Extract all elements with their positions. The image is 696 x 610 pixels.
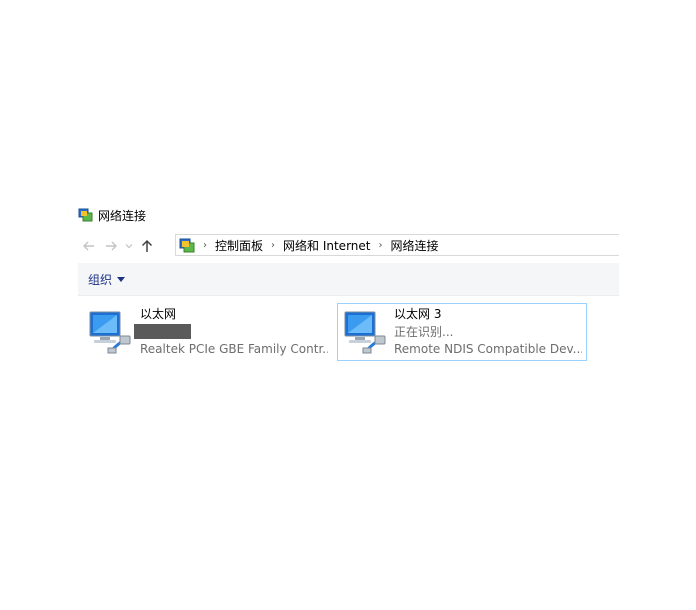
breadcrumb-separator-icon[interactable]: › <box>378 240 382 251</box>
dropdown-caret-icon <box>117 276 126 282</box>
network-connections-icon <box>78 208 93 223</box>
ethernet-adapter-icon <box>86 308 134 356</box>
connection-item-ethernet[interactable]: 以太网 Realtek PCIe GBE Family Contr... <box>78 303 328 361</box>
breadcrumb-separator-icon[interactable]: › <box>203 240 207 251</box>
connection-item-ethernet-3[interactable]: 以太网 3 正在识别... Remote NDIS Compatible Dev… <box>337 303 587 361</box>
redacted-status <box>134 324 191 339</box>
chevron-down-icon[interactable] <box>122 235 136 257</box>
connection-name: 以太网 3 <box>394 307 442 321</box>
forward-arrow-icon[interactable] <box>100 235 122 257</box>
breadcrumb-separator-icon[interactable]: › <box>271 240 275 251</box>
breadcrumb-control-panel[interactable]: 控制面板 <box>215 237 263 254</box>
address-bar[interactable]: › 控制面板 › 网络和 Internet › 网络连接 <box>175 234 619 256</box>
breadcrumb-network-internet[interactable]: 网络和 Internet <box>283 237 370 254</box>
connection-device: Remote NDIS Compatible Dev... <box>394 342 582 356</box>
window-title: 网络连接 <box>98 208 147 223</box>
breadcrumb-network-connections[interactable]: 网络连接 <box>390 237 438 254</box>
organize-menu-button[interactable]: 组织 <box>88 271 126 288</box>
organize-label: 组织 <box>88 272 113 287</box>
ethernet-adapter-icon <box>341 308 389 356</box>
control-panel-icon <box>179 237 195 253</box>
connection-device: Realtek PCIe GBE Family Contr... <box>140 342 328 356</box>
back-arrow-icon[interactable] <box>78 235 100 257</box>
command-bar: 组织 <box>78 263 619 296</box>
connection-name: 以太网 <box>140 307 177 321</box>
title-bar: 网络连接 <box>78 206 146 224</box>
up-arrow-icon[interactable] <box>136 235 158 257</box>
navigation-row: › 控制面板 › 网络和 Internet › 网络连接 <box>78 234 619 258</box>
network-connections-window: 网络连接 › 控制面板 › 网络和 Internet › 网络连接 组织 以太网… <box>78 200 619 375</box>
connection-status: 正在识别... <box>394 325 454 339</box>
